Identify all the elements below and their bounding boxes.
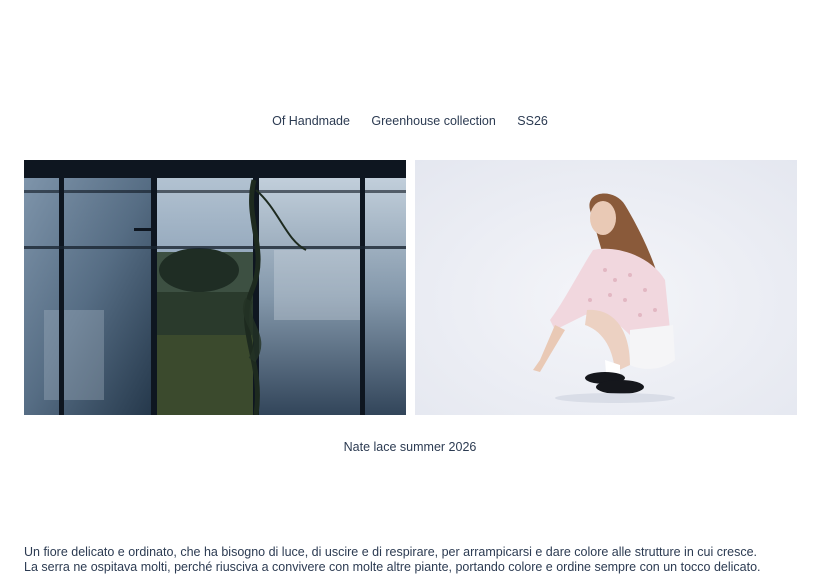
model-photo[interactable] [415, 160, 797, 415]
greenhouse-illustration [24, 160, 406, 415]
collection-caption: Nate lace summer 2026 [343, 440, 477, 454]
nav-link-brand[interactable]: Of Handmade [272, 114, 350, 128]
description-line-2: La serra ne ospitava molti, perché riusc… [24, 559, 761, 574]
nav-link-season[interactable]: SS26 [517, 114, 548, 128]
model-illustration [415, 160, 797, 415]
description-line-1: Un fiore delicato e ordinato, che ha bis… [24, 545, 758, 559]
greenhouse-photo[interactable] [24, 160, 406, 415]
collection-description: Un fiore delicato e ordinato, che ha bis… [24, 545, 804, 574]
top-nav: Of Handmade Greenhouse collection SS26 [0, 114, 820, 128]
nav-link-collection[interactable]: Greenhouse collection [371, 114, 495, 128]
